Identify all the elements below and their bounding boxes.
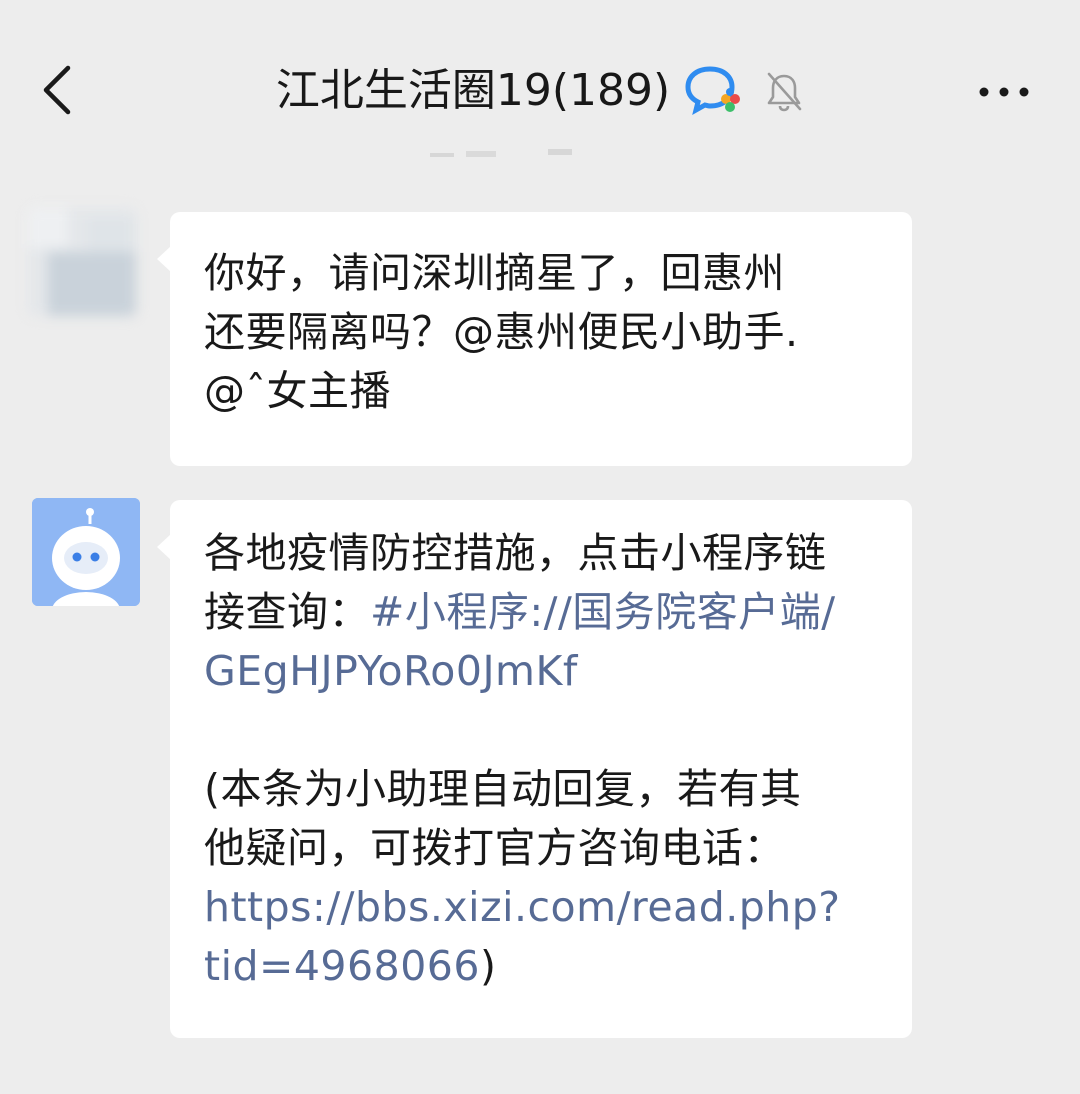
mini-program-link[interactable]: #小程序://国务院客户端/ [370, 588, 836, 636]
avatar[interactable] [28, 208, 136, 316]
url-link[interactable]: tid=4968066 [204, 942, 480, 990]
message-text-row: 接查询：#小程序://国务院客户端/ [204, 583, 882, 642]
message-text-row: tid=4968066) [204, 937, 882, 996]
robot-icon [32, 498, 140, 606]
message-text: 接查询： [204, 588, 370, 636]
message-bubble[interactable]: 各地疫情防控措施，点击小程序链 接查询：#小程序://国务院客户端/ GEgHJ… [157, 500, 912, 1038]
chat-title: 江北生活圈19(189) [275, 65, 671, 116]
message-text: 各地疫情防控措施，点击小程序链 [204, 529, 827, 577]
chat-bubbles-icon [685, 66, 741, 115]
scroll-ghost-decoration [430, 149, 572, 157]
bell-off-icon [767, 72, 802, 112]
message-text: 你好，请问深圳摘星了，回惠州 [204, 249, 785, 297]
avatar-blur-block [88, 218, 136, 252]
more-button[interactable] [972, 72, 1036, 112]
robot-avatar[interactable] [32, 498, 140, 606]
message-text: (本条为小助理自动回复，若有其 [204, 765, 802, 813]
url-link[interactable]: https://bbs.xizi.com/read.php? [204, 878, 882, 937]
message-bubble[interactable]: 你好，请问深圳摘星了，回惠州 还要隔离吗？@惠州便民小助手. @ˆ女主播 [157, 212, 912, 466]
message-text: ) [479, 942, 497, 990]
message-text: @ˆ女主播 [204, 367, 391, 415]
avatar-blur-block [28, 208, 68, 248]
chat-header: 江北生活圈19(189) [0, 0, 1080, 180]
avatar-blur-block [48, 252, 136, 316]
message-text: 他疑问，可拨打官方咨询电话： [204, 824, 785, 872]
title-area: 江北生活圈19(189) [0, 60, 1080, 122]
more-dots-icon [979, 87, 1029, 97]
message-text: 还要隔离吗？@惠州便民小助手. [204, 308, 799, 356]
mini-program-link[interactable]: GEgHJPYoRo0JmKf [204, 642, 882, 701]
